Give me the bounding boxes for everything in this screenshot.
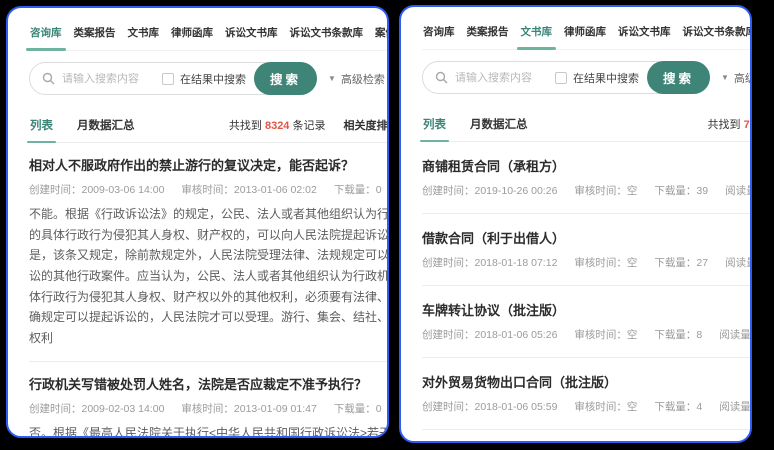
tab-list-view[interactable]: 列表 [422, 110, 447, 141]
item-created: 创建时间：2019-10-26 00:26 [422, 183, 557, 198]
library-tab[interactable]: 诉讼文书条款库 [682, 15, 753, 49]
item-reviewed: 审核时间：空 [574, 183, 637, 198]
document-result-list: 商铺租赁合同（承租方） 创建时间：2019-10-26 00:26 审核时间：空… [422, 142, 752, 443]
item-meta: 创建时间：2009-03-06 14:00 审核时间：2013-01-06 02… [29, 182, 389, 197]
search-input[interactable] [62, 73, 162, 85]
item-snippet: 否。根据《最高人民法院关于执行<中华人民共和国行政诉讼法>若干问题的解释》第九十… [29, 423, 389, 438]
item-meta: 创建时间：2018-01-18 07:12 审核时间：空 下载量：27 阅读量：… [422, 255, 752, 270]
item-downloads: 下载量：0 [334, 182, 382, 197]
result-toolbar: 列表 月数据汇总 共找到 717 条记录 [422, 110, 752, 142]
item-reviewed: 审核时间：空 [574, 399, 637, 414]
tab-monthly-summary[interactable]: 月数据汇总 [469, 110, 529, 141]
sort-dropdown[interactable]: 相关度排序 ↓ [344, 117, 390, 133]
list-item[interactable]: 行政机关写错被处罚人姓名，法院是否应裁定不准予执行？ 创建时间：2009-02-… [29, 362, 389, 438]
item-snippet: 不能。根据《行政诉讼法》的规定，公民、法人或者其他组织认为行政机关的具体行政行为… [29, 204, 389, 348]
library-tab[interactable]: 诉讼文书库 [617, 15, 672, 49]
list-item[interactable]: 借款合同（利于出借人） 创建时间：2018-01-18 07:12 审核时间：空… [422, 214, 752, 286]
result-count-number: 8324 [265, 120, 289, 132]
item-title[interactable]: 借款合同（利于出借人） [422, 228, 752, 247]
item-downloads: 下载量：39 [654, 183, 708, 198]
item-title[interactable]: 相对人不服政府作出的禁止游行的复议决定，能否起诉？ [29, 155, 389, 174]
library-tab[interactable]: 类案报告 [73, 16, 117, 50]
library-tab[interactable]: 咨询库 [29, 16, 63, 50]
result-count: 共找到 717 条记录 [708, 116, 752, 132]
library-tabbar: 咨询库 类案报告 文书库 律师函库 诉讼文书库 诉讼文书条款库 案例库 [29, 16, 389, 51]
search-row: 在结果中搜索 搜索 ▼ 高级检索 ➜ 威科检索 [29, 62, 389, 95]
library-tab[interactable]: 文书库 [127, 16, 161, 50]
in-results-label: 在结果中搜索 [573, 70, 639, 86]
item-created: 创建时间：2018-01-18 07:12 [422, 255, 557, 270]
item-meta: 创建时间：2009-02-03 14:00 审核时间：2013-01-09 01… [29, 401, 389, 416]
library-tabbar: 咨询库 类案报告 文书库 律师函库 诉讼文书库 诉讼文书条款库 案例库 [422, 15, 752, 50]
list-item[interactable]: 相对人不服政府作出的禁止游行的复议决定，能否起诉？ 创建时间：2009-03-0… [29, 143, 389, 362]
item-reviewed: 审核时间：空 [574, 255, 637, 270]
item-title[interactable]: 商铺租赁合同（承租方） [422, 156, 752, 175]
library-tab[interactable]: 咨询库 [422, 15, 456, 49]
result-count-number: 717 [744, 119, 752, 131]
item-meta: 创建时间：2018-01-06 05:59 审核时间：空 下载量：4 阅读量：2 [422, 399, 752, 414]
list-item[interactable]: 家具买卖合同（卖方）（批注版） 创建时间：2018-01-06 07:31 审核… [422, 430, 752, 443]
qa-result-list: 相对人不服政府作出的禁止游行的复议决定，能否起诉？ 创建时间：2009-03-0… [29, 143, 389, 438]
in-results-checkbox[interactable] [162, 73, 174, 85]
list-item[interactable]: 对外贸易货物出口合同（批注版） 创建时间：2018-01-06 05:59 审核… [422, 358, 752, 430]
item-created: 创建时间：2009-02-03 14:00 [29, 401, 164, 416]
library-tab[interactable]: 类案报告 [466, 15, 510, 49]
document-library-window: 咨询库 类案报告 文书库 律师函库 诉讼文书库 诉讼文书条款库 案例库 [399, 5, 752, 443]
item-title[interactable]: 车牌转让协议（批注版） [422, 300, 752, 319]
library-tab[interactable]: 案例库 [374, 16, 389, 50]
search-button[interactable]: 搜索 [647, 61, 710, 94]
library-tab[interactable]: 律师函库 [563, 15, 607, 49]
search-button[interactable]: 搜索 [254, 62, 317, 95]
item-created: 创建时间：2018-01-06 05:26 [422, 327, 557, 342]
search-box: 在结果中搜索 搜索 [422, 61, 710, 94]
library-tab[interactable]: 文书库 [520, 15, 554, 49]
advanced-search-link[interactable]: 高级检索 [341, 71, 385, 87]
list-item[interactable]: 商铺租赁合同（承租方） 创建时间：2019-10-26 00:26 审核时间：空… [422, 142, 752, 214]
result-count: 共找到 8324 条记录 [229, 117, 326, 133]
item-reads: 阅读量：30 [725, 255, 752, 270]
library-tab[interactable]: 诉讼文书条款库 [289, 16, 365, 50]
search-icon [42, 72, 55, 85]
result-toolbar: 列表 月数据汇总 共找到 8324 条记录 相关度排序 ↓ [29, 111, 389, 143]
item-downloads: 下载量：8 [654, 327, 702, 342]
item-downloads: 下载量：4 [654, 399, 702, 414]
item-reads: 阅读量：6 [719, 327, 752, 342]
item-reviewed: 审核时间：空 [574, 327, 637, 342]
search-input[interactable] [455, 72, 555, 84]
item-downloads: 下载量：0 [334, 401, 382, 416]
library-tab[interactable]: 律师函库 [170, 16, 214, 50]
search-icon [435, 71, 448, 84]
item-created: 创建时间：2018-01-06 05:59 [422, 399, 557, 414]
library-tab[interactable]: 诉讼文书库 [224, 16, 279, 50]
search-options-chevron-down-icon[interactable]: ▼ [721, 73, 729, 82]
item-downloads: 下载量：27 [654, 255, 708, 270]
tab-list-view[interactable]: 列表 [29, 111, 54, 142]
consultation-library-window: 咨询库 类案报告 文书库 律师函库 诉讼文书库 诉讼文书条款库 案例库 [6, 6, 389, 438]
list-item[interactable]: 车牌转让协议（批注版） 创建时间：2018-01-06 05:26 审核时间：空… [422, 286, 752, 358]
item-reads: 阅读量：2 [719, 399, 752, 414]
item-reads: 阅读量：40 [725, 183, 752, 198]
item-title[interactable]: 对外贸易货物出口合同（批注版） [422, 372, 752, 391]
search-row: 在结果中搜索 搜索 ▼ 高级检索 [422, 61, 752, 94]
item-created: 创建时间：2009-03-06 14:00 [29, 182, 164, 197]
search-box: 在结果中搜索 搜索 [29, 62, 317, 95]
item-meta: 创建时间：2018-01-06 05:26 审核时间：空 下载量：8 阅读量：6 [422, 327, 752, 342]
item-reviewed: 审核时间：2013-01-06 02:02 [181, 182, 316, 197]
item-title[interactable]: 行政机关写错被处罚人姓名，法院是否应裁定不准予执行？ [29, 374, 389, 393]
advanced-search-link[interactable]: 高级检索 [734, 70, 752, 86]
search-options-chevron-down-icon[interactable]: ▼ [328, 74, 336, 83]
tab-monthly-summary[interactable]: 月数据汇总 [76, 111, 136, 142]
in-results-checkbox[interactable] [555, 72, 567, 84]
item-reviewed: 审核时间：2013-01-09 01:47 [181, 401, 316, 416]
in-results-label: 在结果中搜索 [180, 71, 246, 87]
item-meta: 创建时间：2019-10-26 00:26 审核时间：空 下载量：39 阅读量：… [422, 183, 752, 198]
